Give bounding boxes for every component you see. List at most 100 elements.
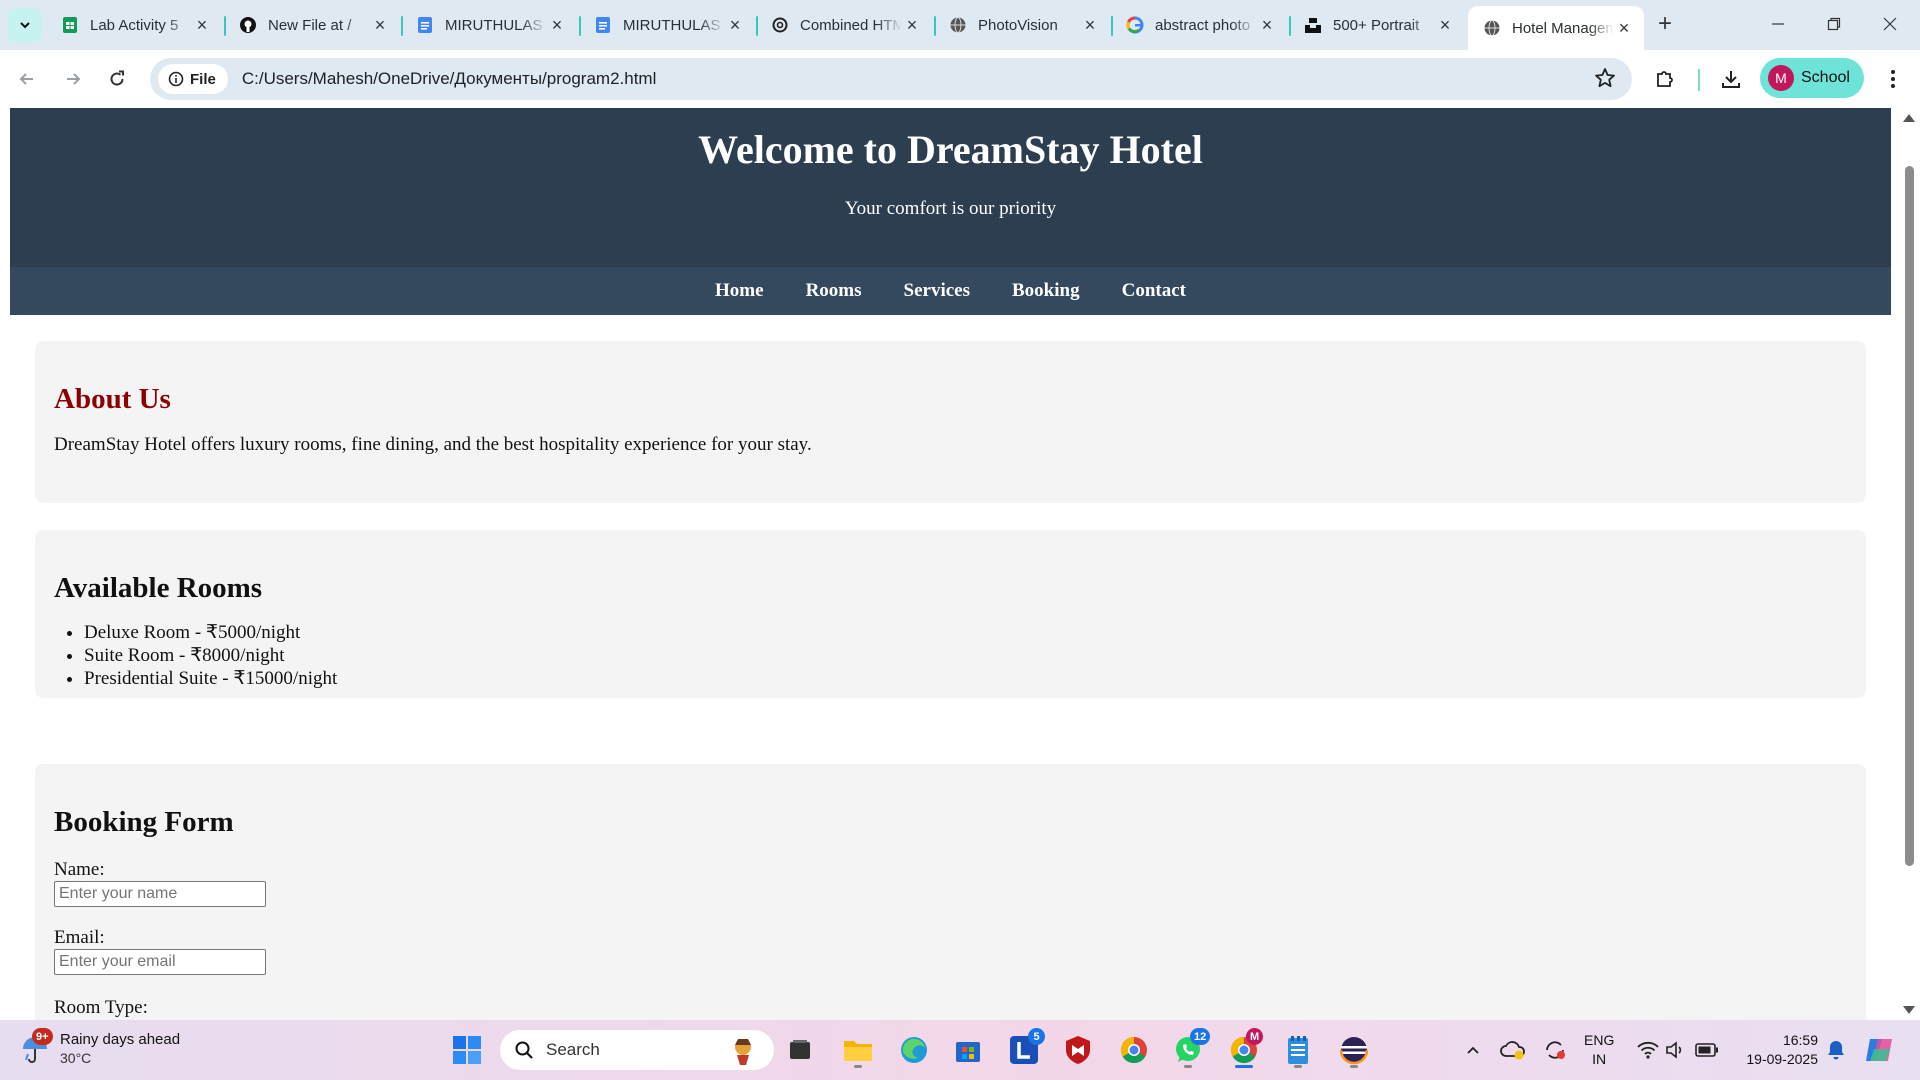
site-info-chip[interactable]: File (158, 64, 228, 94)
scroll-thumb[interactable] (1905, 166, 1914, 866)
running-indicator (1184, 1065, 1192, 1068)
docs-icon (593, 15, 613, 35)
docs-icon (415, 15, 435, 35)
tab-4[interactable]: Combined HTML × (756, 6, 932, 44)
nav-link-booking[interactable]: Booking (1012, 280, 1080, 302)
search-highlight-icon (735, 1039, 751, 1065)
url-text[interactable]: C:/Users/Mahesh/OneDrive/Документы/progr… (242, 69, 657, 89)
close-icon[interactable]: × (192, 15, 212, 35)
taskbar-app-chrome-profile[interactable]: M (1224, 1028, 1264, 1070)
about-heading: About Us (54, 383, 171, 415)
about-text: DreamStay Hotel offers luxury rooms, fin… (54, 434, 812, 455)
copilot-button[interactable] (1860, 1030, 1900, 1070)
reload-icon (110, 70, 124, 86)
close-window-button[interactable] (1862, 0, 1918, 48)
back-button[interactable] (10, 62, 44, 96)
downloads-button[interactable] (1714, 62, 1748, 96)
scroll-down-arrow-icon[interactable] (1903, 1006, 1915, 1014)
tab-title: Combined HTML (800, 16, 902, 34)
browser-menu-button[interactable] (1876, 62, 1910, 96)
address-bar[interactable]: File C:/Users/Mahesh/OneDrive/Документы/… (150, 58, 1632, 100)
nav-link-contact[interactable]: Contact (1122, 280, 1186, 302)
volume-tray-button[interactable] (1662, 1030, 1690, 1070)
nav-link-rooms[interactable]: Rooms (806, 280, 862, 302)
weather-widget[interactable]: 9+ Rainy days ahead 30°C (20, 1028, 180, 1068)
store-icon (956, 1042, 980, 1062)
name-label: Name: (54, 859, 105, 880)
taskbar-search-placeholder: Search (546, 1040, 600, 1059)
taskbar-app-edge[interactable] (894, 1030, 934, 1070)
close-icon[interactable]: × (1435, 15, 1455, 35)
name-input[interactable] (54, 881, 266, 907)
taskbar-app-chrome[interactable] (1114, 1030, 1154, 1070)
speaker-icon (1666, 1041, 1682, 1059)
star-icon (1595, 68, 1615, 88)
more-vertical-icon (1891, 70, 1895, 88)
scroll-up-arrow-icon[interactable] (1903, 114, 1915, 122)
bookmark-button[interactable] (1594, 67, 1616, 94)
tab-title: abstract photo (1155, 16, 1251, 34)
tab-3[interactable]: MIRUTHULAS × (579, 6, 755, 44)
taskbar: 9+ Rainy days ahead 30°C Search 5 12 M E… (0, 1020, 1920, 1080)
running-indicator-active (1235, 1065, 1253, 1068)
tab-6[interactable]: abstract photo × (1111, 6, 1287, 44)
tab-8-active[interactable]: Hotel Management × (1468, 6, 1644, 50)
close-icon[interactable]: × (1614, 18, 1634, 38)
taskbar-app-notepad[interactable] (1278, 1030, 1318, 1070)
profile-button[interactable]: M School (1760, 58, 1864, 98)
info-icon (168, 71, 184, 87)
onedrive-tray-button[interactable] (1498, 1030, 1528, 1070)
close-icon[interactable]: × (902, 15, 922, 35)
language-line1: ENG (1584, 1032, 1615, 1048)
taskbar-app-mcafee[interactable] (1058, 1030, 1098, 1070)
tab-2[interactable]: MIRUTHULAS × (401, 6, 577, 44)
notifications-button[interactable] (1822, 1030, 1850, 1070)
rooms-heading: Available Rooms (54, 572, 263, 604)
sync-tray-button[interactable] (1540, 1030, 1570, 1070)
restore-button[interactable] (1806, 0, 1862, 48)
taskbar-app-file-explorer[interactable] (838, 1030, 878, 1070)
close-icon[interactable]: × (370, 15, 390, 35)
task-view-icon (790, 1040, 810, 1059)
language-indicator[interactable]: ENG IN (1584, 1031, 1614, 1069)
taskbar-app-lens[interactable]: 5 (1004, 1028, 1045, 1070)
taskbar-search[interactable]: Search (500, 1030, 774, 1070)
site-info-label: File (190, 70, 216, 88)
rooms-list: Deluxe Room - ₹5000/night Suite Room - ₹… (84, 621, 1847, 690)
close-icon[interactable]: × (1080, 15, 1100, 35)
reload-button[interactable] (100, 62, 134, 96)
taskbar-app-whatsapp[interactable]: 12 (1168, 1028, 1211, 1070)
clock-date: 19-09-2025 (1746, 1051, 1818, 1067)
taskbar-clock[interactable]: 16:59 19-09-2025 (1734, 1031, 1818, 1069)
show-hidden-icons-button[interactable] (1460, 1030, 1486, 1070)
wifi-tray-button[interactable] (1634, 1030, 1662, 1070)
chevron-down-icon (20, 22, 30, 29)
weather-badge: 9+ (32, 1028, 53, 1045)
plus-icon: + (1657, 10, 1672, 37)
new-tab-button[interactable]: + (1650, 9, 1680, 39)
tab-1[interactable]: New File at / × (224, 6, 400, 44)
bell-icon (1828, 1041, 1844, 1060)
battery-tray-button[interactable] (1692, 1030, 1722, 1070)
nav-link-services[interactable]: Services (904, 280, 970, 302)
tab-5[interactable]: PhotoVision × (934, 6, 1110, 44)
nav-link-home[interactable]: Home (715, 280, 764, 302)
minimize-button[interactable] (1750, 0, 1806, 48)
taskbar-app-store[interactable] (948, 1030, 988, 1070)
booking-section: Booking Form Name: Email: Room Type: (35, 764, 1866, 1020)
tab-search-button[interactable] (8, 8, 42, 42)
site-nav: Home Rooms Services Booking Contact (10, 267, 1891, 315)
extensions-button[interactable] (1648, 62, 1682, 96)
start-button[interactable] (447, 1030, 487, 1070)
close-icon[interactable]: × (547, 15, 567, 35)
tab-7[interactable]: 500+ Portrait × (1289, 6, 1465, 44)
taskbar-app-eclipse[interactable] (1334, 1030, 1374, 1070)
page-scrollbar[interactable] (1898, 108, 1920, 1020)
email-input[interactable] (54, 949, 266, 975)
running-indicator (1350, 1065, 1358, 1068)
close-icon[interactable]: × (725, 15, 745, 35)
forward-button[interactable] (56, 62, 90, 96)
close-icon[interactable]: × (1257, 15, 1277, 35)
tab-0[interactable]: Lab Activity 5 × (46, 6, 222, 44)
taskbar-app-taskview[interactable] (780, 1030, 820, 1070)
